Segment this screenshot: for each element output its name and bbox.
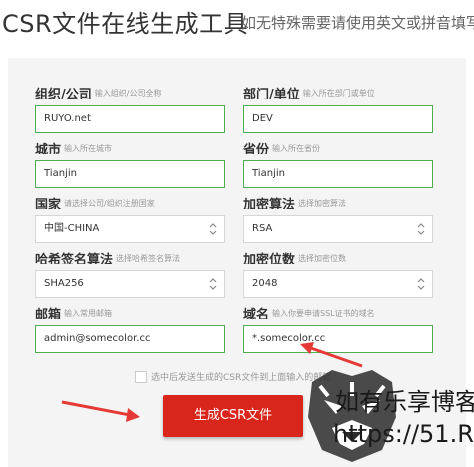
city-input[interactable]: Tianjin [35, 160, 225, 188]
pointer-arrow-icon [61, 400, 140, 422]
dropdown-caret-icon [209, 223, 217, 235]
bits-label: 加密位数 [243, 253, 296, 264]
province-field: 省份 输入所在省份 Tianjin [243, 138, 433, 188]
hash-hint: 选择哈希签名算法 [116, 254, 181, 263]
hash-select-value: SHA256 [44, 278, 84, 289]
domain-hint: 输入你要申请SSL证书的域名 [272, 309, 375, 318]
hash-select[interactable]: SHA256 [35, 270, 225, 298]
bits-select[interactable]: 2048 [243, 270, 433, 298]
bits-hint: 选择加密位数 [298, 254, 347, 263]
org-hint: 输入组织/公司全称 [94, 89, 162, 98]
country-field: 国家 请选择公司/组织注册国家 中国-CHINA [35, 193, 225, 243]
hash-field: 哈希签名算法 选择哈希签名算法 SHA256 [35, 248, 225, 298]
dept-label: 部门/单位 [243, 88, 300, 99]
country-select[interactable]: 中国-CHINA [35, 215, 225, 243]
algo-field: 加密算法 选择加密算法 RSA [243, 193, 433, 243]
domain-label: 域名 [243, 308, 270, 319]
bits-field: 加密位数 选择加密位数 2048 [243, 248, 433, 298]
org-input[interactable]: RUYO.net [35, 105, 225, 133]
dept-field: 部门/单位 输入所在部门或单位 DEV [243, 83, 433, 133]
dept-input[interactable]: DEV [243, 105, 433, 133]
hash-label: 哈希签名算法 [35, 253, 114, 264]
watermark-text: 如有乐享博客 [335, 388, 474, 416]
page-subtitle: 如无特殊需要请使用英文或拼音填写 [241, 14, 474, 32]
algo-select-value: RSA [252, 223, 273, 234]
org-field: 组织/公司 输入组织/公司全称 RUYO.net [35, 83, 225, 133]
province-label: 省份 [243, 143, 270, 154]
country-hint: 请选择公司/组织注册国家 [64, 199, 155, 208]
city-field: 城市 输入所在城市 Tianjin [35, 138, 225, 188]
email-field: 邮箱 输入常用邮箱 admin@somecolor.cc [35, 303, 225, 353]
org-label: 组织/公司 [35, 88, 92, 99]
country-select-value: 中国-CHINA [44, 223, 100, 234]
email-hint: 输入常用邮箱 [64, 309, 113, 318]
domain-field: 域名 输入你要申请SSL证书的域名 *.somecolor.cc [243, 303, 433, 353]
dept-hint: 输入所在部门或单位 [302, 89, 375, 98]
email-label: 邮箱 [35, 308, 62, 319]
bits-select-value: 2048 [252, 278, 278, 289]
header: CSR文件在线生成工具 如无特殊需要请使用英文或拼音填写 [0, 0, 474, 44]
city-hint: 输入所在城市 [64, 144, 113, 153]
algo-hint: 选择加密算法 [298, 199, 347, 208]
send-email-checkbox[interactable] [135, 370, 147, 383]
province-input[interactable]: Tianjin [243, 160, 433, 188]
city-label: 城市 [35, 143, 62, 154]
algo-select[interactable]: RSA [243, 215, 433, 243]
province-hint: 输入所在省份 [272, 144, 321, 153]
email-input[interactable]: admin@somecolor.cc [35, 325, 225, 353]
watermark-url: https://51.RU [333, 420, 474, 448]
page-title: CSR文件在线生成工具 [2, 10, 249, 38]
dropdown-caret-icon [209, 278, 217, 290]
dropdown-caret-icon [417, 278, 425, 290]
algo-label: 加密算法 [243, 198, 296, 209]
dropdown-caret-icon [417, 223, 425, 235]
country-label: 国家 [35, 198, 62, 209]
